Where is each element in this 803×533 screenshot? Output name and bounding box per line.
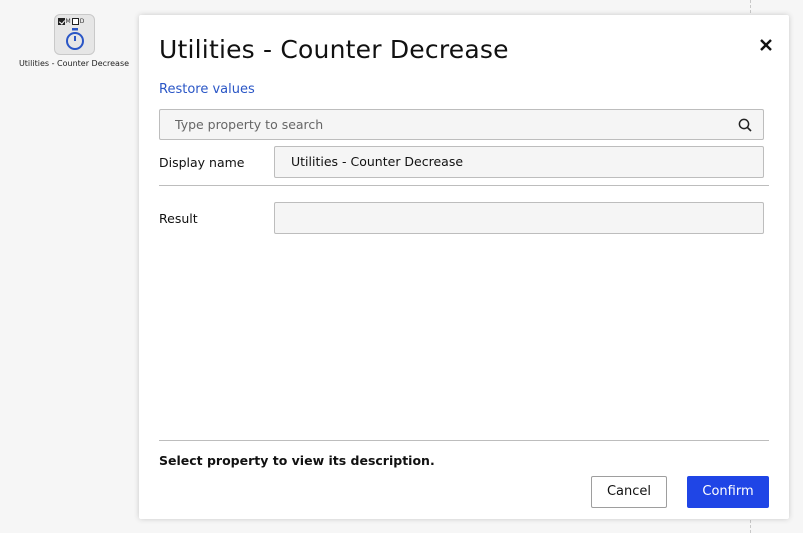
property-search bbox=[159, 109, 764, 140]
node-label: Utilities - Counter Decrease bbox=[18, 59, 130, 68]
dialog-title: Utilities - Counter Decrease bbox=[159, 35, 509, 64]
search-icon[interactable] bbox=[738, 118, 752, 132]
close-icon[interactable] bbox=[757, 36, 775, 54]
node-flags: M D bbox=[57, 17, 85, 25]
workflow-node[interactable]: M D Utilities - Counter Decrease bbox=[12, 14, 136, 68]
display-name-label: Display name bbox=[159, 155, 245, 170]
workflow-canvas: M D Utilities - Counter Decrease Utiliti… bbox=[0, 0, 803, 533]
stopwatch-icon bbox=[65, 28, 84, 50]
result-label: Result bbox=[159, 211, 198, 226]
node-box[interactable]: M D bbox=[53, 14, 95, 55]
search-input[interactable] bbox=[160, 110, 720, 139]
confirm-button[interactable]: Confirm bbox=[687, 476, 769, 508]
flag-m: M bbox=[65, 17, 71, 25]
result-field[interactable] bbox=[274, 202, 764, 234]
property-description: Select property to view its description. bbox=[159, 453, 435, 468]
divider bbox=[159, 185, 769, 186]
checkbox-icon[interactable] bbox=[57, 18, 65, 25]
restore-values-link[interactable]: Restore values bbox=[159, 82, 255, 97]
divider bbox=[159, 440, 769, 441]
cancel-button[interactable]: Cancel bbox=[591, 476, 667, 508]
flag-d: D bbox=[79, 17, 85, 25]
checkbox-icon[interactable] bbox=[71, 18, 79, 25]
display-name-field[interactable]: Utilities - Counter Decrease bbox=[274, 146, 764, 178]
properties-dialog: Utilities - Counter Decrease Restore val… bbox=[139, 15, 789, 519]
